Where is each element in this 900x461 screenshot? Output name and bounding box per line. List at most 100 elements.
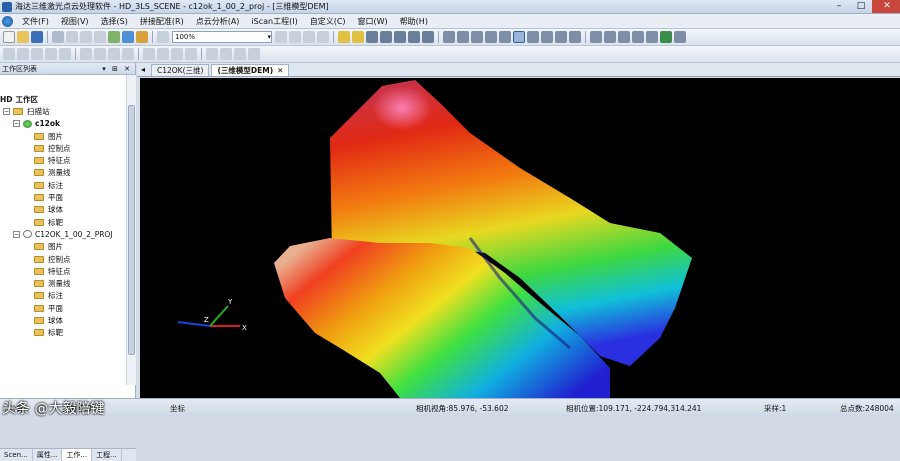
tab-project[interactable]: 工程... (92, 449, 122, 461)
collapse-icon[interactable]: − (13, 120, 20, 128)
view-front-icon[interactable] (541, 31, 553, 43)
paste-icon[interactable] (94, 31, 106, 43)
3d-viewport[interactable]: X Y Z (140, 78, 900, 398)
new-file-icon[interactable] (3, 31, 15, 43)
clear-selection-icon[interactable] (59, 48, 71, 60)
tree-node-child[interactable]: 标注 (0, 290, 126, 302)
brush-icon[interactable] (80, 48, 92, 60)
eraser-icon[interactable] (94, 48, 106, 60)
tree-node-child[interactable]: 标注 (0, 179, 126, 191)
close-button[interactable]: ✕ (872, 0, 900, 13)
pick-target-icon[interactable] (422, 31, 434, 43)
tree-node-child[interactable]: 标靶 (0, 216, 126, 228)
zoom-fit-icon[interactable] (289, 31, 301, 43)
contour-icon[interactable] (234, 48, 246, 60)
scrollbar-thumb[interactable] (128, 105, 135, 355)
menu-customize[interactable]: 自定义(C) (304, 16, 352, 27)
zoom-select[interactable]: 100% ▾ (172, 31, 272, 43)
minimize-button[interactable]: – (828, 0, 850, 13)
tree-node-scan-proj[interactable]: − C12OK_1_00_2_PROJ (0, 228, 126, 240)
pan-icon[interactable] (303, 31, 315, 43)
cube-icon[interactable] (590, 31, 602, 43)
tree-node-child[interactable]: 控制点 (0, 253, 126, 265)
tree-node-workspace[interactable]: HD 工作区 (0, 93, 126, 105)
menu-window[interactable]: 窗口(W) (352, 16, 394, 27)
crop-icon[interactable] (122, 48, 134, 60)
print-icon[interactable] (52, 31, 64, 43)
tab-properties[interactable]: 属性... (33, 449, 63, 461)
tree-node-child[interactable]: 特征点 (0, 265, 126, 277)
navigate-icon[interactable] (660, 31, 672, 43)
mesh-icon[interactable] (206, 48, 218, 60)
rgb-icon[interactable] (171, 48, 183, 60)
tree-node-child[interactable]: 测量线 (0, 167, 126, 179)
tab-dem-model[interactable]: (三维模型DEM) ✕ (211, 64, 290, 77)
collapse-icon[interactable]: − (13, 230, 20, 238)
box-select-icon[interactable] (31, 48, 43, 60)
scale-icon[interactable] (499, 31, 511, 43)
info-icon[interactable] (352, 31, 364, 43)
tab-close-icon[interactable]: ✕ (277, 65, 283, 77)
polygon-select-icon[interactable] (45, 48, 57, 60)
redo-icon[interactable] (122, 31, 134, 43)
menu-select[interactable]: 选择(S) (95, 16, 134, 27)
section-icon[interactable] (248, 48, 260, 60)
lasso-icon[interactable] (17, 48, 29, 60)
pick-plane-icon[interactable] (394, 31, 406, 43)
tree-node-child[interactable]: 图片 (0, 241, 126, 253)
menu-registration[interactable]: 拼接配准(R) (134, 16, 190, 27)
pick-line-icon[interactable] (380, 31, 392, 43)
menu-help[interactable]: 帮助(H) (394, 16, 434, 27)
panel-controls[interactable]: ▾ ⊞ ✕ (102, 63, 135, 74)
pick-point-icon[interactable] (366, 31, 378, 43)
cube-back-icon[interactable] (618, 31, 630, 43)
open-folder-icon[interactable] (17, 31, 29, 43)
tab-scroll-left-icon[interactable]: ◂ (137, 64, 149, 76)
tab-3d-view[interactable]: C12OK(三维) (151, 64, 210, 76)
tree-node-child[interactable]: 控制点 (0, 142, 126, 154)
menu-iscan[interactable]: iScan工程(I) (245, 16, 303, 27)
menu-file[interactable]: 文件(F) (16, 16, 55, 27)
select-icon[interactable] (3, 48, 15, 60)
cut-icon[interactable] (66, 31, 78, 43)
measure-icon[interactable] (338, 31, 350, 43)
settings-icon[interactable] (674, 31, 686, 43)
view-top-icon[interactable] (527, 31, 539, 43)
compare-icon[interactable] (485, 31, 497, 43)
tree-node-child[interactable]: 测量线 (0, 277, 126, 289)
copy-icon[interactable] (80, 31, 92, 43)
tree-node-child[interactable]: 平面 (0, 302, 126, 314)
tree-node-child[interactable]: 特征点 (0, 154, 126, 166)
tree-node-stations[interactable]: − 扫描站 (0, 105, 126, 117)
tree-node-child[interactable]: 图片 (0, 130, 126, 142)
menu-view[interactable]: 视图(V) (55, 16, 95, 27)
maximize-button[interactable]: □ (850, 0, 872, 13)
layout-icon[interactable] (443, 31, 455, 43)
tree-node-child[interactable]: 标靶 (0, 327, 126, 339)
undo-icon[interactable] (108, 31, 120, 43)
chart-icon[interactable] (471, 31, 483, 43)
zoom-in-icon[interactable] (275, 31, 287, 43)
selection-mode-icon[interactable] (513, 31, 525, 43)
cube-right-icon[interactable] (646, 31, 658, 43)
save-icon[interactable] (31, 31, 43, 43)
tree-node-scan-c12ok[interactable]: − c12ok (0, 118, 126, 130)
tree-node-child[interactable]: 平面 (0, 191, 126, 203)
delete-points-icon[interactable] (108, 48, 120, 60)
tree-node-child[interactable]: 球体 (0, 314, 126, 326)
pick-sphere-icon[interactable] (408, 31, 420, 43)
tab-scene[interactable]: Scen... (0, 449, 33, 461)
tree-node-child[interactable]: 球体 (0, 204, 126, 216)
cube-left-icon[interactable] (632, 31, 644, 43)
dem-icon[interactable] (220, 48, 232, 60)
tab-workspace[interactable]: 工作... (62, 449, 93, 461)
collapse-icon[interactable]: − (3, 107, 10, 115)
rotate-icon[interactable] (317, 31, 329, 43)
zoom-out-icon[interactable] (157, 31, 169, 43)
intensity-icon[interactable] (157, 48, 169, 60)
filter-icon[interactable] (136, 31, 148, 43)
view-side-icon[interactable] (555, 31, 567, 43)
elevation-icon[interactable] (185, 48, 197, 60)
color-map-icon[interactable] (143, 48, 155, 60)
view-iso-icon[interactable] (569, 31, 581, 43)
